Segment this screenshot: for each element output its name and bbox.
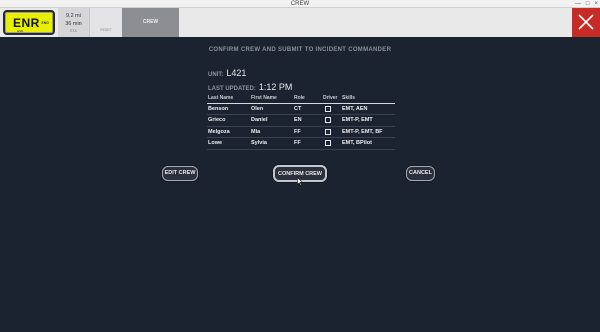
- eta-label: ETA: [70, 29, 77, 33]
- cell-last-name: Grieco: [207, 114, 250, 127]
- edit-crew-button[interactable]: EDIT CREW: [162, 166, 198, 181]
- driver-checkbox[interactable]: [325, 128, 331, 135]
- cell-role: EN: [293, 114, 322, 127]
- cell-first-name: Daniel: [250, 114, 293, 127]
- driver-checkbox[interactable]: [325, 117, 331, 124]
- tab-reset-label: RESET: [100, 28, 112, 32]
- top-toolbar: ENR ENR ENG 9.2 mi 36 min ETA RESET CREW: [0, 8, 600, 37]
- window-controls: — □ ×: [575, 0, 598, 8]
- crew-table: Last Name First Name Role Driver Skills …: [207, 94, 395, 150]
- last-updated-row: LAST UPDATED: 1:12 PM: [208, 82, 292, 92]
- close-button[interactable]: [572, 8, 600, 37]
- cell-first-name: Olen: [250, 103, 293, 115]
- last-updated-value: 1:12 PM: [258, 82, 293, 92]
- column-header-first-name: First Name: [250, 94, 293, 104]
- cell-role: FF: [293, 126, 322, 138]
- window-close-icon[interactable]: ×: [594, 0, 598, 8]
- maximize-icon[interactable]: □: [586, 0, 590, 8]
- table-row: Benson Olen CT EMT, AEN: [207, 103, 395, 115]
- cell-skills: EMT, AEN: [341, 103, 395, 115]
- page-heading: CONFIRM CREW AND SUBMIT TO INCIDENT COMM…: [208, 47, 392, 53]
- time-value: 36 min: [65, 21, 82, 27]
- distance-value: 9.2 mi: [66, 13, 81, 19]
- cell-first-name: Mia: [250, 126, 293, 138]
- cell-driver: [322, 103, 341, 115]
- table-row: Grieco Daniel EN EMT-P, EMT: [207, 114, 395, 127]
- cell-last-name: Melgoza: [207, 126, 250, 138]
- unit-row: UNIT: L421: [208, 68, 246, 78]
- column-header-skills: Skills: [341, 94, 395, 104]
- status-code-sub: ENR: [17, 29, 24, 33]
- last-updated-label: LAST UPDATED:: [208, 86, 256, 92]
- driver-checkbox[interactable]: [325, 140, 331, 147]
- column-header-driver: Driver: [322, 94, 341, 104]
- cell-last-name: Lowe: [207, 137, 250, 150]
- status-tag: ENG: [41, 21, 49, 25]
- cell-role: CT: [293, 103, 322, 115]
- cell-driver: [322, 137, 341, 150]
- minimize-icon[interactable]: —: [575, 0, 581, 8]
- unit-status-button[interactable]: ENR ENR ENG: [3, 10, 55, 35]
- cell-skills: EMT-P, EMT: [341, 114, 395, 127]
- table-row: Lowe Sylvia FF EMT, BPilot: [207, 137, 395, 150]
- driver-checkbox[interactable]: [325, 105, 331, 112]
- route-metrics: 9.2 mi 36 min ETA: [58, 8, 90, 37]
- column-header-role: Role: [293, 94, 322, 104]
- tab-reset[interactable]: RESET: [90, 8, 122, 37]
- status-code: ENR: [13, 16, 40, 30]
- tab-crew[interactable]: CREW: [122, 8, 179, 37]
- cell-skills: EMT, BPilot: [341, 137, 395, 150]
- cell-first-name: Sylvia: [250, 137, 293, 150]
- crew-table-header: Last Name First Name Role Driver Skills: [207, 94, 395, 104]
- unit-label: UNIT:: [208, 72, 224, 78]
- cell-last-name: Benson: [207, 103, 250, 115]
- column-header-last-name: Last Name: [207, 94, 250, 104]
- table-row: Melgoza Mia FF EMT-P, EMT, BF: [207, 126, 395, 138]
- cell-driver: [322, 114, 341, 127]
- mouse-cursor-icon: [297, 177, 303, 186]
- cell-role: FF: [293, 137, 322, 150]
- cancel-button[interactable]: CANCEL: [406, 166, 435, 181]
- cell-skills: EMT-P, EMT, BF: [341, 126, 395, 138]
- tab-crew-label: CREW: [142, 19, 159, 25]
- close-icon: [578, 14, 594, 30]
- cell-driver: [322, 126, 341, 138]
- window-titlebar: CREW — □ ×: [0, 0, 600, 8]
- window-title: CREW: [290, 1, 310, 7]
- unit-value: L421: [226, 68, 247, 78]
